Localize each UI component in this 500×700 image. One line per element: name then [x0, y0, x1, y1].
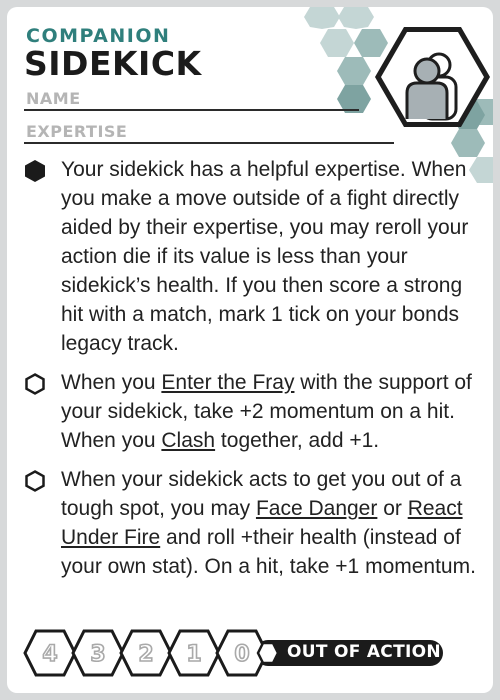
card-title: SIDEKICK: [24, 44, 202, 83]
ability-1-marked-hex-icon[interactable]: [23, 159, 47, 183]
health-hex-value-3: 3: [90, 642, 105, 667]
name-field-label: NAME: [26, 89, 81, 108]
ability-2: When you Enter the Fray with the support…: [23, 368, 483, 455]
ability-3-unmarked-hex-icon[interactable]: [23, 469, 47, 493]
ability-1: Your sidekick has a helpful expertise. W…: [23, 155, 483, 358]
ability-3: When your sidekick acts to get you out o…: [23, 465, 483, 581]
ability-2-unmarked-hex-icon[interactable]: [23, 372, 47, 396]
health-hex-value-4: 4: [42, 642, 57, 667]
health-track: 4 3 2 1 0 OUT OF ACTION: [23, 627, 453, 679]
move-link-clash[interactable]: Clash: [161, 429, 215, 452]
name-field-line[interactable]: [24, 109, 359, 111]
asset-card: COMPANION SIDEKICK NAME EXPERTISE Your s…: [7, 7, 493, 693]
health-hex-value-0: 0: [234, 642, 249, 667]
out-of-action-label: OUT OF ACTION: [287, 642, 441, 662]
ability-3-text: When your sidekick acts to get you out o…: [61, 468, 476, 578]
expertise-field-line[interactable]: [24, 142, 394, 144]
expertise-field-label: EXPERTISE: [26, 122, 128, 141]
move-link-enter-the-fray[interactable]: Enter the Fray: [161, 371, 294, 394]
ability-1-text: Your sidekick has a helpful expertise. W…: [61, 158, 469, 355]
health-hex-value-2: 2: [138, 642, 153, 667]
ability-2-text: When you Enter the Fray with the support…: [61, 371, 472, 452]
ability-list: Your sidekick has a helpful expertise. W…: [23, 155, 483, 591]
health-hex-value-1: 1: [186, 642, 201, 667]
move-link-face-danger[interactable]: Face Danger: [256, 497, 377, 520]
